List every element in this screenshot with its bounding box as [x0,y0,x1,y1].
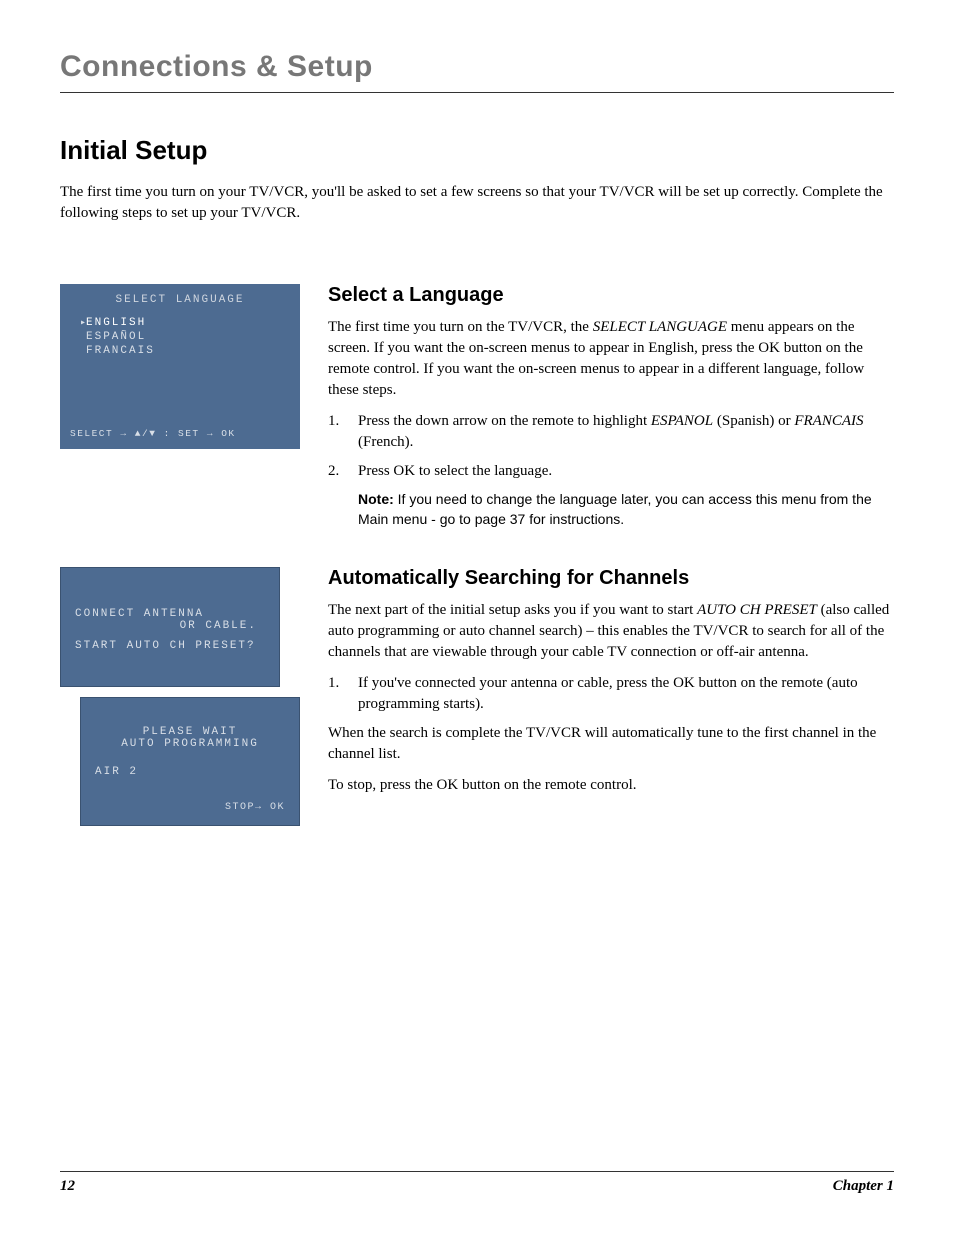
chapter-header: Connections & Setup [60,50,894,93]
option-italic: FRANCAIS [794,413,863,429]
section-heading-language: Select a Language [328,284,894,307]
osd-line: CONNECT ANTENNA [75,608,265,620]
osd-column: SELECT LANGUAGE ENGLISH ESPAÑOL FRANCAIS… [60,284,300,529]
option-italic: ESPANOL [651,413,713,429]
page-number: 12 [60,1178,75,1195]
menu-name-italic: SELECT LANGUAGE [593,319,727,335]
section-select-language: Select a Language The first time you tur… [328,284,894,529]
osd-line: AIR 2 [95,766,285,778]
osd-footer-hint: SELECT → ▲/▼ : SET → OK [70,428,290,439]
osd-lang-item-francais: FRANCAIS [70,344,290,358]
text: The next part of the initial setup asks … [328,602,697,618]
osd-title: SELECT LANGUAGE [70,294,290,306]
step-text: Press the down arrow on the remote to hi… [358,411,894,453]
page-title: Initial Setup [60,135,894,166]
osd-auto-programming: PLEASE WAIT AUTO PROGRAMMING AIR 2 STOP→… [80,697,300,826]
osd-lang-item-english: ENGLISH [70,316,290,330]
section-select-language-row: SELECT LANGUAGE ENGLISH ESPAÑOL FRANCAIS… [60,284,894,529]
steps-list-channels: 1. If you've connected your antenna or c… [328,673,894,715]
osd-lang-item-espanol: ESPAÑOL [70,330,290,344]
text: (Spanish) or [713,413,794,429]
step-number: 2. [328,461,346,482]
osd-line: START AUTO CH PRESET? [75,640,265,652]
step-1: 1. If you've connected your antenna or c… [328,673,894,715]
step-number: 1. [328,411,346,453]
osd-line: STOP→ OK [95,802,285,813]
osd-column-2: CONNECT ANTENNA OR CABLE. START AUTO CH … [60,567,300,827]
osd-line: OR CABLE. [75,620,265,632]
section-auto-search-row: CONNECT ANTENNA OR CABLE. START AUTO CH … [60,567,894,827]
page-footer: 12 Chapter 1 [60,1171,894,1195]
note-text: If you need to change the language later… [358,491,872,527]
osd-line: AUTO PROGRAMMING [95,738,285,750]
text: Press the down arrow on the remote to hi… [358,413,651,429]
text: The first time you turn on the TV/VCR, t… [328,319,593,335]
section1-paragraph: The first time you turn on the TV/VCR, t… [328,317,894,401]
note-paragraph: Note: If you need to change the language… [328,490,894,529]
step-2: 2. Press OK to select the language. [328,461,894,482]
section-heading-channels: Automatically Searching for Channels [328,567,894,590]
osd-select-language: SELECT LANGUAGE ENGLISH ESPAÑOL FRANCAIS… [60,284,300,449]
text: (French). [358,434,413,450]
section2-paragraph: The next part of the initial setup asks … [328,600,894,663]
section-auto-search: Automatically Searching for Channels The… [328,567,894,827]
step-text: Press OK to select the language. [358,461,894,482]
step-number: 1. [328,673,346,715]
osd-stack: CONNECT ANTENNA OR CABLE. START AUTO CH … [60,567,300,827]
step-1: 1. Press the down arrow on the remote to… [328,411,894,453]
steps-list-language: 1. Press the down arrow on the remote to… [328,411,894,482]
chapter-label: Chapter 1 [833,1178,894,1195]
osd-line: PLEASE WAIT [95,726,285,738]
step-text: If you've connected your antenna or cabl… [358,673,894,715]
menu-name-italic: AUTO CH PRESET [697,602,817,618]
intro-paragraph: The first time you turn on your TV/VCR, … [60,182,894,224]
section2-p3: To stop, press the OK button on the remo… [328,775,894,796]
note-label: Note: [358,491,394,507]
osd-connect-antenna: CONNECT ANTENNA OR CABLE. START AUTO CH … [60,567,280,687]
section2-p2: When the search is complete the TV/VCR w… [328,723,894,765]
